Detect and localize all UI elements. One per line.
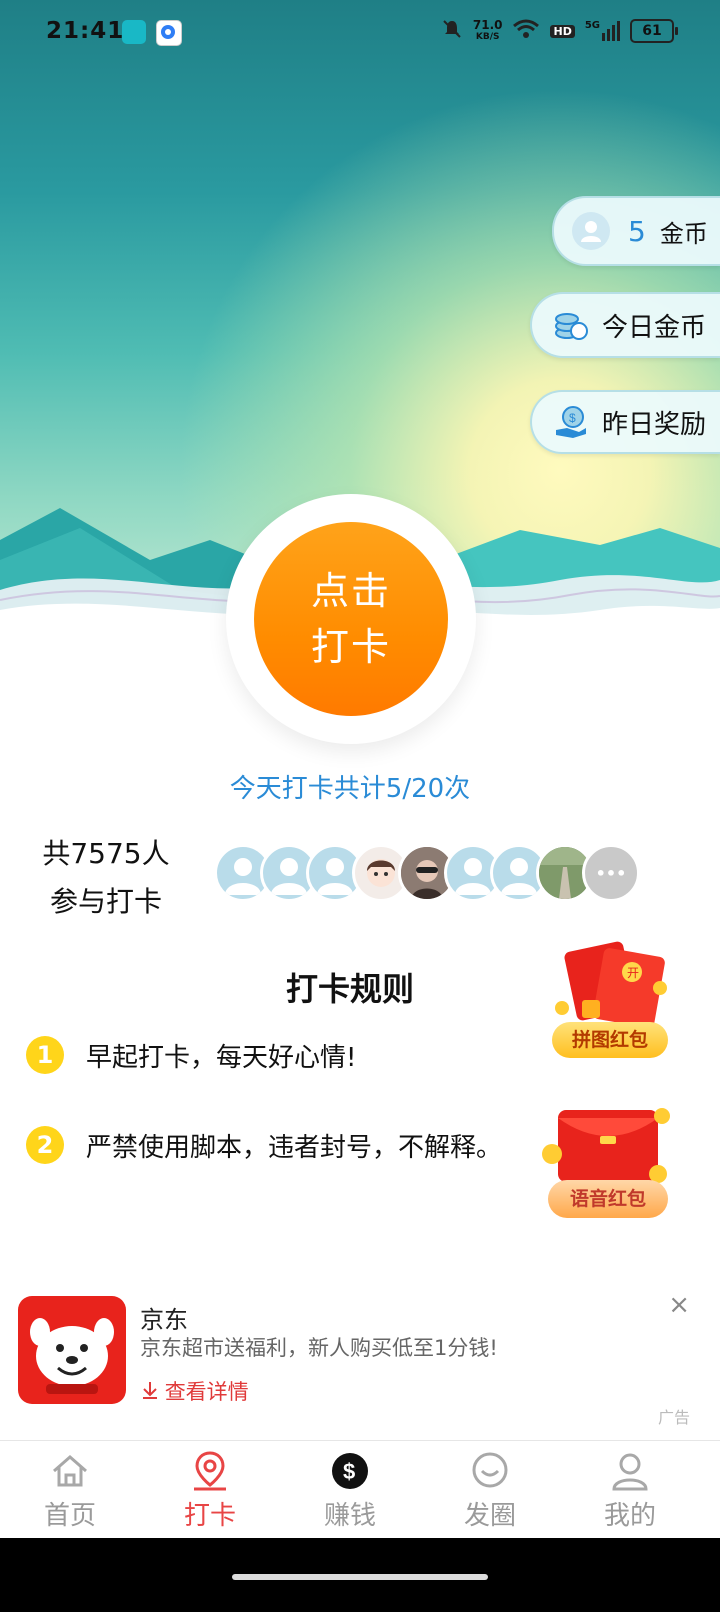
- tab-earn[interactable]: $ 赚钱: [280, 1449, 420, 1532]
- ad-description: 京东超市送福利，新人购买低至1分钱!: [140, 1336, 498, 1360]
- ad-close-button[interactable]: ×: [668, 1290, 690, 1320]
- voice-redpack-label: 语音红包: [548, 1180, 668, 1218]
- home-gesture-handle[interactable]: [232, 1574, 488, 1580]
- app-notification-icon-2: [156, 20, 182, 46]
- coins-balance-pill[interactable]: 5 金币: [552, 196, 720, 266]
- signal-icon: 5G: [585, 21, 620, 41]
- participants-line1: 共7575人: [42, 837, 170, 870]
- more-avatars-button[interactable]: •••: [582, 844, 640, 902]
- tab-moments[interactable]: 发圈: [420, 1449, 560, 1532]
- ad-banner[interactable]: 京东 京东超市送福利，新人购买低至1分钱! 查看详情 × 广告: [0, 1280, 720, 1430]
- coins-label: 金币: [659, 219, 708, 248]
- hd-badge: HD: [550, 24, 575, 38]
- rule-item: 2 严禁使用脚本，违者封号，不解释。: [26, 1126, 502, 1164]
- tab-home[interactable]: 首页: [0, 1449, 140, 1532]
- coin-stack-icon: [552, 306, 590, 344]
- jd-logo: [18, 1296, 126, 1404]
- participants-line2: 参与打卡: [49, 885, 162, 918]
- system-navigation-bar: [0, 1538, 720, 1612]
- ad-details-link[interactable]: 查看详情: [142, 1376, 249, 1406]
- rule-number: 2: [26, 1126, 64, 1164]
- ad-tag: 广告: [657, 1408, 690, 1427]
- checkin-button-ring: 点击 打卡: [226, 494, 476, 744]
- tab-label: 发圈: [463, 1501, 516, 1531]
- today-coins-label: 今日金币: [602, 312, 707, 343]
- status-right-group: 71.0 KB/S HD 5G 61: [441, 18, 678, 44]
- mute-icon: [441, 18, 463, 44]
- tab-label: 赚钱: [323, 1501, 376, 1531]
- tab-label: 我的: [603, 1501, 656, 1531]
- download-arrow-icon: [142, 1380, 165, 1404]
- today-checkin-count: 今天打卡共计5/20次: [229, 774, 471, 804]
- checkin-button[interactable]: 点击 打卡: [254, 522, 448, 716]
- participants-count: 共7575人 参与打卡: [36, 830, 176, 926]
- user-avatar-icon: [572, 212, 610, 250]
- status-bar: 21:41 71.0 KB/S HD 5G 61: [0, 0, 720, 64]
- tab-checkin[interactable]: 打卡: [140, 1449, 280, 1532]
- battery-indicator: 61: [630, 19, 678, 43]
- puzzle-redpack-button[interactable]: 开 拼图红包: [548, 938, 674, 1064]
- checkin-button-line1: 点击: [310, 569, 391, 613]
- svg-text:$: $: [343, 1459, 355, 1484]
- ad-title: 京东: [140, 1306, 188, 1334]
- location-pin-icon: [188, 1449, 232, 1493]
- rule-text: 严禁使用脚本，违者封号，不解释。: [86, 1132, 503, 1163]
- svg-text:$: $: [569, 411, 576, 425]
- tab-me[interactable]: 我的: [560, 1449, 700, 1532]
- rule-text: 早起打卡，每天好心情!: [86, 1042, 357, 1073]
- bottom-tab-bar: 首页 打卡 $ 赚钱 发圈 我的: [0, 1440, 720, 1539]
- app-notification-icon: [122, 20, 146, 44]
- network-speed: 71.0 KB/S: [472, 18, 503, 42]
- coins-count: 5: [628, 214, 646, 248]
- rule-number: 1: [26, 1036, 64, 1074]
- wifi-icon: [512, 18, 540, 44]
- ad-details-link-label: 查看详情: [164, 1380, 249, 1404]
- tab-label: 打卡: [183, 1501, 236, 1531]
- reward-hand-icon: $: [552, 403, 590, 441]
- status-time: 21:41: [46, 18, 125, 44]
- home-icon: [48, 1449, 92, 1493]
- today-coins-pill[interactable]: 今日金币: [530, 292, 720, 358]
- person-icon: [608, 1449, 652, 1493]
- yesterday-reward-label: 昨日奖励: [602, 409, 707, 440]
- dollar-icon: $: [328, 1449, 372, 1493]
- redpack-open-char: 开: [627, 966, 639, 980]
- chat-bubble-icon: [468, 1449, 512, 1493]
- tab-label: 首页: [43, 1501, 96, 1531]
- puzzle-redpack-label: 拼图红包: [552, 1022, 668, 1058]
- yesterday-reward-pill[interactable]: $ 昨日奖励: [530, 390, 720, 454]
- checkin-button-line2: 打卡: [310, 625, 391, 669]
- voice-redpack-button[interactable]: 语音红包: [540, 1096, 674, 1226]
- rule-item: 1 早起打卡，每天好心情!: [26, 1036, 356, 1074]
